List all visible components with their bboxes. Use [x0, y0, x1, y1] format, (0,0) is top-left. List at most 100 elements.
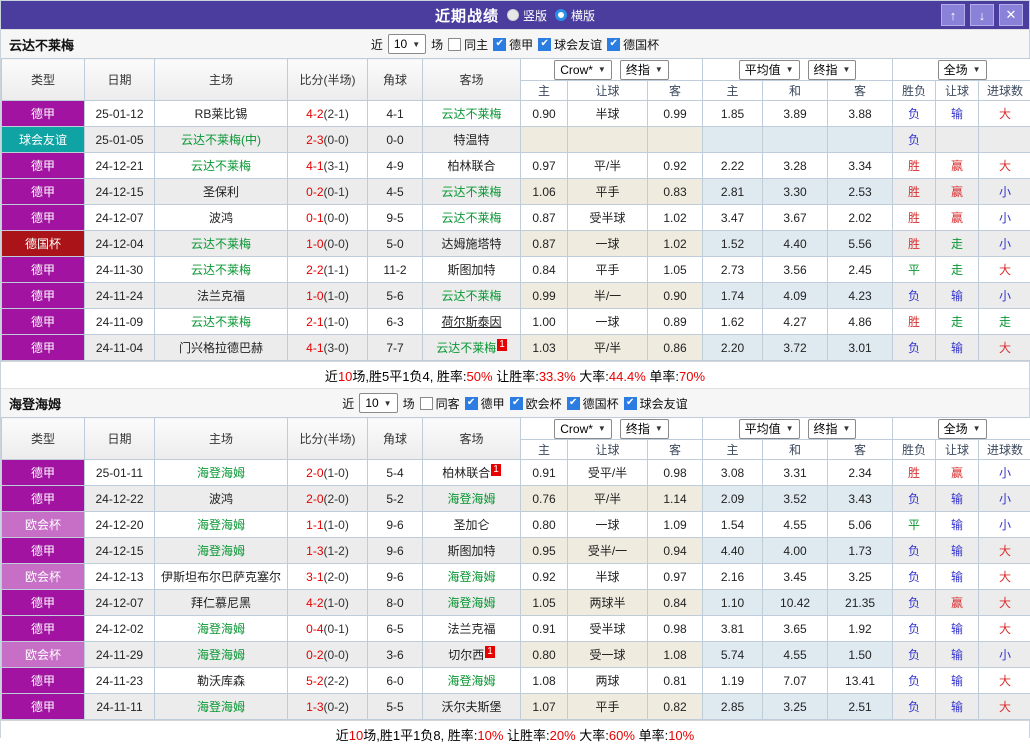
table-row: 德甲24-11-24法兰克福1-0(1-0)5-6云达不莱梅0.99半/一0.9…	[2, 283, 1030, 309]
match-date-cell: 25-01-05	[85, 127, 155, 153]
summary-segment: 20%	[550, 728, 576, 743]
handicap-odds-cell: 1.05	[648, 257, 703, 283]
away-team-name: 斯图加特	[447, 263, 495, 277]
handicap-odds-cell: 0.84	[521, 257, 568, 283]
up-arrow-icon: ↑	[950, 8, 957, 23]
dropdown-value: 平均值	[745, 61, 781, 78]
subcolumn-header-客: 客	[828, 81, 893, 101]
score-cell: 1-3(0-2)	[288, 694, 368, 720]
odds-source-select-终指[interactable]: 终指▼	[808, 60, 857, 80]
radio-selected-icon[interactable]	[507, 9, 519, 21]
home-team-name: 云达不莱梅	[191, 159, 251, 173]
away-team-name: 海登海姆	[447, 492, 495, 506]
handicap-odds-cell: 0.87	[521, 205, 568, 231]
europe-odds-cell: 3.89	[763, 101, 828, 127]
away-team-cell: 海登海姆	[423, 564, 521, 590]
handicap-odds-cell: 0.84	[648, 590, 703, 616]
chevron-down-icon: ▼	[973, 65, 981, 74]
halftime-score: (0-0)	[324, 237, 349, 251]
summary-segment: 50%	[467, 369, 493, 384]
radio-unselected-icon[interactable]	[555, 9, 567, 21]
summary-segment: 大率:	[576, 369, 609, 384]
odds-source-select-终指[interactable]: 终指▼	[620, 60, 669, 80]
away-team-cell: 云达不莱梅1	[423, 335, 521, 361]
europe-odds-cell: 4.23	[828, 283, 893, 309]
odds-source-select-全场[interactable]: 全场▼	[938, 60, 987, 80]
match-type-cell: 德甲	[2, 460, 85, 486]
column-header-比分(半场): 比分(半场)	[288, 418, 368, 460]
match-date-cell: 24-12-15	[85, 179, 155, 205]
europe-odds-cell: 2.81	[703, 179, 763, 205]
subcolumn-header-进球数: 进球数	[979, 440, 1030, 460]
chevron-down-icon: ▼	[786, 65, 794, 74]
handicap-odds-cell: 两球	[568, 668, 648, 694]
filter-checkbox-label: 同客	[436, 395, 460, 412]
filter-checkbox-德甲[interactable]: ✔德甲	[493, 36, 533, 53]
column-header-类型: 类型	[2, 418, 85, 460]
match-count-select[interactable]: 10▼	[359, 393, 397, 413]
filter-checkbox-同客[interactable]: 同客	[420, 395, 460, 412]
europe-odds-cell: 2.02	[828, 205, 893, 231]
scroll-up-button[interactable]: ↑	[941, 4, 965, 26]
filter-checkbox-球会友谊[interactable]: ✔球会友谊	[624, 395, 688, 412]
odds-source-select-平均值[interactable]: 平均值 ▼	[739, 60, 800, 80]
handicap-result-cell: 输	[936, 642, 979, 668]
scroll-down-button[interactable]: ↓	[970, 4, 994, 26]
goals-result-cell: 小	[979, 642, 1030, 668]
filter-checkbox-德甲[interactable]: ✔德甲	[465, 395, 505, 412]
checkbox-checked-icon[interactable]: ✔	[607, 38, 620, 51]
win-lose-result-cell: 负	[893, 283, 936, 309]
home-team-cell: 云达不莱梅(中)	[155, 127, 288, 153]
filter-checkbox-同主[interactable]: 同主	[448, 36, 488, 53]
odds-source-select-Crow*[interactable]: Crow*▼	[554, 60, 612, 80]
dropdown-value: Crow*	[560, 422, 593, 436]
away-team-name[interactable]: 荷尔斯泰因	[441, 315, 501, 329]
column-header-类型: 类型	[2, 59, 85, 101]
home-team-cell: RB莱比锡	[155, 101, 288, 127]
close-button[interactable]: ✕	[999, 4, 1023, 26]
europe-odds-cell: 4.86	[828, 309, 893, 335]
column-header-角球: 角球	[368, 59, 423, 101]
checkbox-unchecked-icon[interactable]	[448, 38, 461, 51]
score-cell: 0-2(0-1)	[288, 179, 368, 205]
filter-checkbox-球会友谊[interactable]: ✔球会友谊	[538, 36, 602, 53]
page-title: 近期战绩	[435, 5, 499, 26]
fulltime-score: 4-2	[306, 107, 323, 121]
odds-source-select-Crow*[interactable]: Crow*▼	[554, 419, 612, 439]
handicap-result-cell: 赢	[936, 590, 979, 616]
checkbox-checked-icon[interactable]: ✔	[538, 38, 551, 51]
column-header-日期: 日期	[85, 59, 155, 101]
filter-checkbox-欧会杯[interactable]: ✔欧会杯	[510, 395, 562, 412]
win-lose-result-cell: 胜	[893, 179, 936, 205]
odds-source-select-平均值[interactable]: 平均值▼	[739, 419, 800, 439]
summary-segment: 70%	[679, 369, 705, 384]
layout-radio-horizontal[interactable]: 横版	[555, 7, 595, 24]
layout-radio-vertical[interactable]: 竖版	[507, 7, 547, 24]
corner-cell: 5-2	[368, 486, 423, 512]
handicap-result-cell: 输	[936, 486, 979, 512]
checkbox-checked-icon[interactable]: ✔	[567, 397, 580, 410]
handicap-result-cell: 赢	[936, 179, 979, 205]
europe-odds-cell: 21.35	[828, 590, 893, 616]
table-header: 类型日期主场比分(半场)角球客场Crow*▼终指▼平均值▼终指▼全场▼ 主让球客…	[2, 418, 1030, 460]
checkbox-unchecked-icon[interactable]	[420, 397, 433, 410]
filter-checkbox-德国杯[interactable]: ✔德国杯	[607, 36, 659, 53]
win-lose-result-cell: 负	[893, 538, 936, 564]
handicap-result-cell: 输	[936, 694, 979, 720]
away-team-name: 云达不莱梅	[441, 107, 501, 121]
checkbox-checked-icon[interactable]: ✔	[493, 38, 506, 51]
odds-source-select-全场[interactable]: 全场▼	[938, 419, 987, 439]
checkbox-checked-icon[interactable]: ✔	[465, 397, 478, 410]
odds-dropdown-cell: 全场▼	[893, 418, 1030, 440]
match-count-select[interactable]: 10▼	[388, 34, 426, 54]
halftime-score: (3-1)	[324, 159, 349, 173]
checkbox-checked-icon[interactable]: ✔	[510, 397, 523, 410]
away-team-name: 海登海姆	[447, 570, 495, 584]
odds-source-select-终指[interactable]: 终指▼	[808, 419, 857, 439]
goals-result-cell: 小	[979, 283, 1030, 309]
filter-checkbox-德国杯[interactable]: ✔德国杯	[567, 395, 619, 412]
checkbox-checked-icon[interactable]: ✔	[624, 397, 637, 410]
europe-odds-cell: 3.65	[763, 616, 828, 642]
table-row: 德国杯24-12-04云达不莱梅1-0(0-0)5-0达姆施塔特0.87一球1.…	[2, 231, 1030, 257]
odds-source-select-终指[interactable]: 终指▼	[620, 419, 669, 439]
